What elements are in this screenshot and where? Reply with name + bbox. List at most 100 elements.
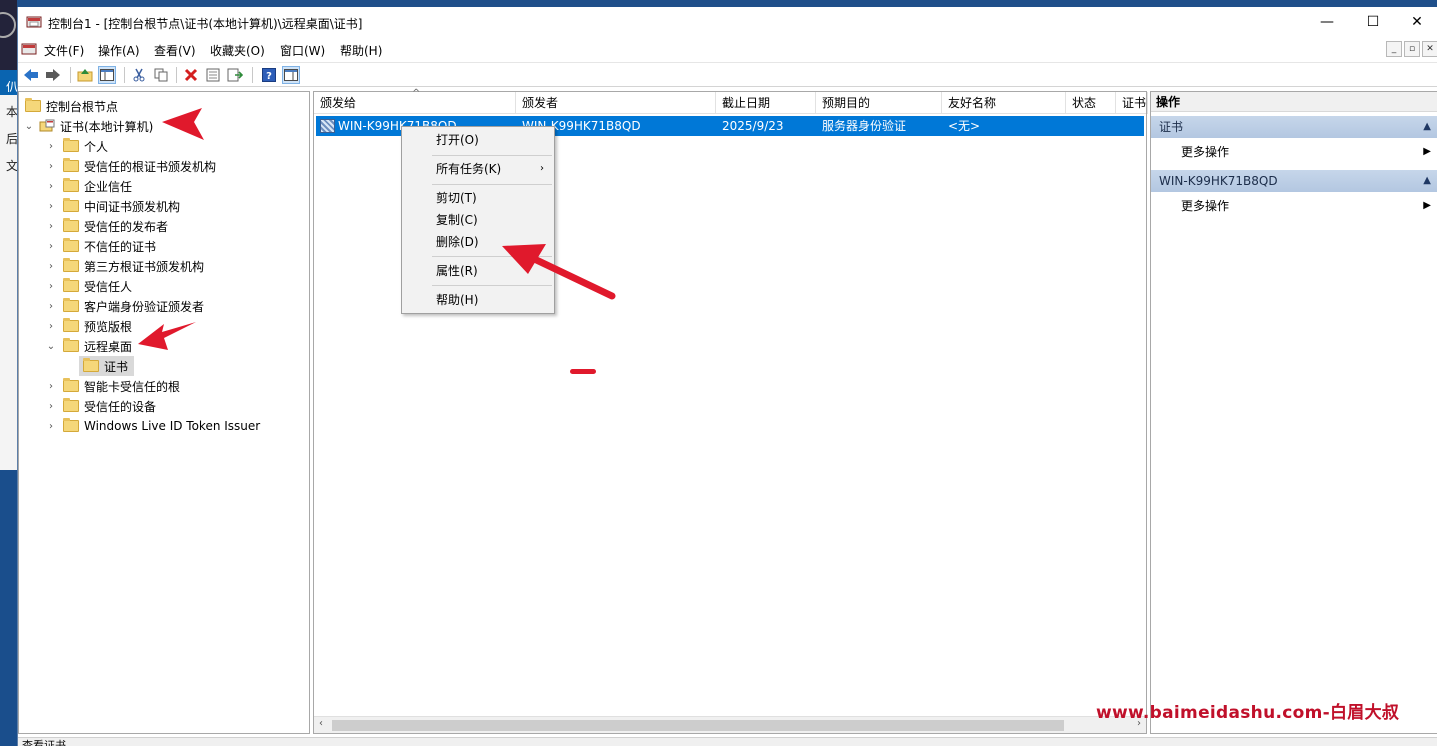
context-cut[interactable]: 剪切(T) <box>402 187 554 209</box>
folder-icon <box>63 258 79 272</box>
scroll-left-icon[interactable]: ‹ <box>319 718 323 729</box>
column-status[interactable]: 状态 <box>1066 92 1116 114</box>
menu-help[interactable]: 帮助(H) <box>340 42 382 59</box>
properties-icon[interactable] <box>204 66 222 84</box>
action-more-actions[interactable]: 更多操作 <box>1181 142 1229 162</box>
action-group-cert-item[interactable]: WIN-K99HK71B8QD ▲ <box>1151 170 1437 192</box>
chevron-right-icon[interactable]: › <box>45 181 57 192</box>
mmc-console-icon <box>26 16 42 28</box>
copy-icon[interactable] <box>152 66 170 84</box>
chevron-right-icon[interactable]: › <box>45 201 57 212</box>
svg-text:?: ? <box>266 71 272 82</box>
toolbar-separator <box>70 67 71 83</box>
folder-icon <box>63 138 79 152</box>
chevron-down-icon[interactable]: ⌄ <box>23 121 35 132</box>
folder-icon <box>63 218 79 232</box>
tree-item-smartcard-root[interactable]: › 智能卡受信任的根 <box>45 376 180 396</box>
show-action-pane-icon[interactable] <box>282 66 300 84</box>
chevron-right-icon[interactable]: › <box>45 281 57 292</box>
menu-bar: 文件(F) 操作(A) 查看(V) 收藏夹(O) 窗口(W) 帮助(H) <box>18 39 1437 61</box>
folder-icon <box>63 158 79 172</box>
certificate-icon <box>320 119 335 133</box>
chevron-right-icon[interactable]: › <box>45 141 57 152</box>
cut-icon[interactable] <box>130 66 148 84</box>
context-copy[interactable]: 复制(C) <box>402 209 554 231</box>
mmc-window: 控制台1 - [控制台根节点\证书(本地计算机)\远程桌面\证书] — ☐ ✕ … <box>17 7 1437 746</box>
chevron-right-icon[interactable]: › <box>45 261 57 272</box>
action-group-certificates[interactable]: 证书 ▲ <box>1151 116 1437 138</box>
tree-item-intermediate-ca[interactable]: › 中间证书颁发机构 <box>45 196 180 216</box>
export-list-icon[interactable] <box>226 66 244 84</box>
menu-favorites[interactable]: 收藏夹(O) <box>210 42 265 59</box>
chevron-right-icon[interactable]: › <box>45 321 57 332</box>
maximize-button[interactable]: ☐ <box>1350 7 1396 37</box>
chevron-right-icon[interactable]: › <box>45 221 57 232</box>
chevron-right-icon[interactable]: › <box>45 241 57 252</box>
menu-file[interactable]: 文件(F) <box>44 42 84 59</box>
child-restore-icon[interactable]: ▫ <box>1404 41 1420 57</box>
minimize-button[interactable]: — <box>1304 7 1350 37</box>
cell-purpose: 服务器身份验证 <box>822 119 907 133</box>
menu-action[interactable]: 操作(A) <box>98 42 140 59</box>
tree-item-personal[interactable]: › 个人 <box>45 136 108 156</box>
context-all-tasks[interactable]: 所有任务(K) › <box>402 158 554 180</box>
folder-icon <box>63 278 79 292</box>
tree-item-client-auth-issuers[interactable]: › 客户端身份验证颁发者 <box>45 296 204 316</box>
column-issued-by[interactable]: 颁发者 <box>516 92 716 114</box>
submenu-arrow-icon: ▶ <box>1423 146 1431 157</box>
annotation-mark <box>570 369 596 374</box>
column-expiry[interactable]: 截止日期 <box>716 92 816 114</box>
chevron-right-icon[interactable]: › <box>45 381 57 392</box>
menu-view[interactable]: 查看(V) <box>154 42 196 59</box>
chevron-right-icon[interactable]: › <box>45 421 57 432</box>
menu-window[interactable]: 窗口(W) <box>280 42 325 59</box>
context-all-tasks-label: 所有任务(K) <box>436 162 502 176</box>
tree-item-trusted-publishers[interactable]: › 受信任的发布者 <box>45 216 168 236</box>
action-group-title: WIN-K99HK71B8QD <box>1159 174 1278 188</box>
chevron-right-icon[interactable]: › <box>45 301 57 312</box>
horizontal-scrollbar[interactable]: ‹ › <box>314 716 1146 733</box>
folder-icon <box>63 378 79 392</box>
chevron-right-icon[interactable]: › <box>45 161 57 172</box>
chevron-right-icon[interactable]: › <box>45 401 57 412</box>
toolbar-separator <box>176 67 177 83</box>
tree-item-third-party-root[interactable]: › 第三方根证书颁发机构 <box>45 256 204 276</box>
help-icon[interactable]: ? <box>260 66 278 84</box>
menu-separator <box>432 155 552 156</box>
console-menu-icon[interactable] <box>21 42 37 56</box>
tree-root[interactable]: 控制台根节点 <box>23 96 118 116</box>
up-level-icon[interactable] <box>76 66 94 84</box>
forward-arrow-icon[interactable] <box>44 66 62 84</box>
tree-item-trusted-root[interactable]: › 受信任的根证书颁发机构 <box>45 156 216 176</box>
column-friendly-name[interactable]: 友好名称 <box>942 92 1066 114</box>
tree-item-untrusted[interactable]: › 不信任的证书 <box>45 236 156 256</box>
show-hide-tree-icon[interactable] <box>98 66 116 84</box>
delete-icon[interactable] <box>182 66 200 84</box>
context-open[interactable]: 打开(O) <box>402 129 554 151</box>
scrollbar-thumb[interactable] <box>332 720 1064 731</box>
tree-item-trusted-people[interactable]: › 受信任人 <box>45 276 132 296</box>
action-more-actions-item[interactable]: 更多操作 <box>1181 196 1229 216</box>
tree-item-remote-desktop[interactable]: ⌄ 远程桌面 <box>45 336 132 356</box>
folder-icon <box>63 338 79 352</box>
child-close-icon[interactable]: ✕ <box>1422 41 1437 57</box>
tree-item-preview-root[interactable]: › 预览版根 <box>45 316 132 336</box>
title-bar[interactable]: 控制台1 - [控制台根节点\证书(本地计算机)\远程桌面\证书] — ☐ ✕ <box>18 7 1437 37</box>
collapse-up-icon[interactable]: ▲ <box>1423 116 1431 138</box>
collapse-up-icon[interactable]: ▲ <box>1423 170 1431 192</box>
tree-cert-store[interactable]: ⌄ 证书(本地计算机) <box>23 116 153 136</box>
back-arrow-icon[interactable] <box>22 66 40 84</box>
folder-icon <box>63 238 79 252</box>
desktop-icon <box>0 12 16 38</box>
child-minimize-icon[interactable]: _ <box>1386 41 1402 57</box>
actions-header: 操作 <box>1151 92 1437 112</box>
tree-item-enterprise-trust[interactable]: › 企业信任 <box>45 176 132 196</box>
column-cert-template[interactable]: 证书 <box>1116 92 1148 114</box>
tree-item-windows-live-id[interactable]: › Windows Live ID Token Issuer <box>45 416 260 436</box>
close-button[interactable]: ✕ <box>1394 7 1437 37</box>
tree-item-trusted-devices[interactable]: › 受信任的设备 <box>45 396 156 416</box>
column-purpose[interactable]: 预期目的 <box>816 92 942 114</box>
tree-item-certificates-selected[interactable]: 证书 <box>79 356 135 376</box>
list-header: 颁发给 ^ 颁发者 截止日期 预期目的 友好名称 状态 证书 <box>314 88 1148 114</box>
chevron-down-icon[interactable]: ⌄ <box>45 341 57 352</box>
